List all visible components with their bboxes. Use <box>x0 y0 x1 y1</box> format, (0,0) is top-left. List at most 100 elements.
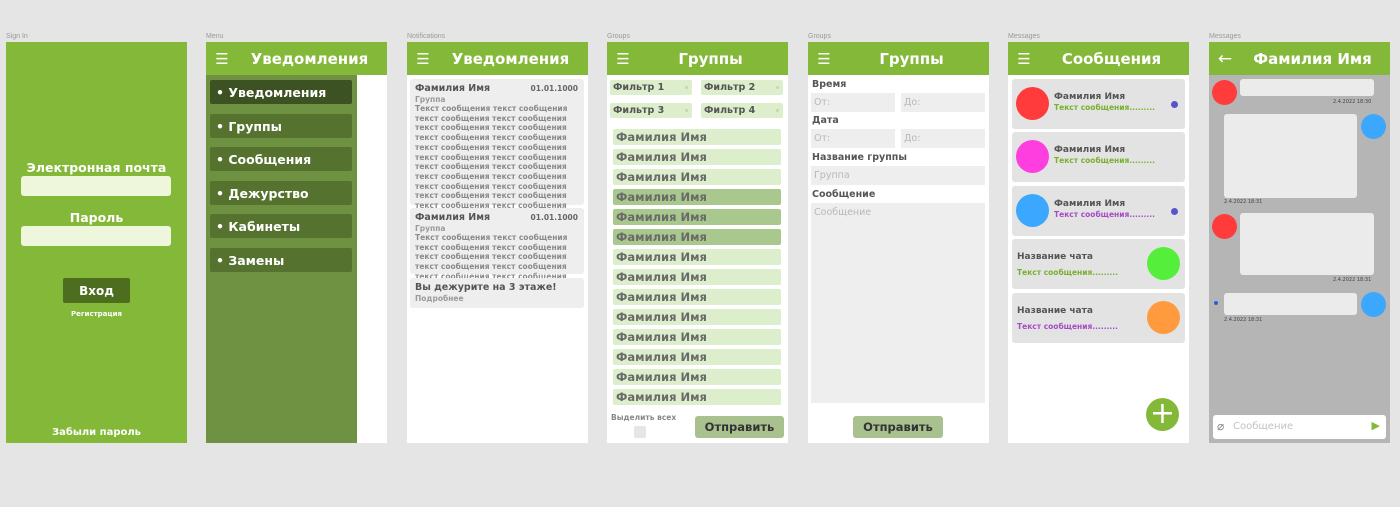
message-composer: ⌀ Сообщение ▶ <box>1213 415 1386 439</box>
select-all-label: Выделить всех <box>611 413 677 422</box>
message-area: 2.4.2022 18:30 2.4.2022 18:31 2.4.2022 1… <box>1209 75 1390 443</box>
person-row[interactable]: Фамилия Имя <box>613 169 781 185</box>
person-row[interactable]: Фамилия Имя <box>613 309 781 325</box>
more-link[interactable]: Подробнее <box>415 294 464 303</box>
chat-item[interactable]: Фамилия Имя Текст сообщения......... <box>1012 186 1185 236</box>
avatar <box>1147 247 1180 280</box>
message-input[interactable]: Сообщение <box>1233 421 1293 432</box>
chat-preview: Текст сообщения......... <box>1054 156 1155 165</box>
forgot-password-link[interactable]: Забыли пароль <box>6 427 187 438</box>
chat-item[interactable]: Фамилия Имя Текст сообщения......... <box>1012 79 1185 129</box>
chat-item[interactable]: Фамилия Имя Текст сообщения......... <box>1012 132 1185 182</box>
message-label: Сообщение <box>812 189 876 200</box>
filter-3[interactable]: Фильтр 3 <box>610 103 692 118</box>
menu-item-duty[interactable]: • Дежурство <box>210 181 352 205</box>
messages-title: Сообщения <box>1061 49 1162 68</box>
dropdown-icon <box>685 86 688 89</box>
hamburger-icon[interactable]: ☰ <box>407 50 439 68</box>
time-from-input[interactable]: От: <box>811 93 895 112</box>
message-timestamp: 2.4.2022 18:31 <box>1224 199 1263 205</box>
date-label: Дата <box>812 115 839 126</box>
email-field[interactable] <box>21 176 171 196</box>
filter-label: Фильтр 3 <box>613 105 665 116</box>
notification-body: Текст сообщения текст сообщения текст соо… <box>415 233 568 281</box>
menu-item-rooms[interactable]: • Кабинеты <box>210 214 352 238</box>
person-row[interactable]: Фамилия Имя <box>613 349 781 365</box>
person-row-selected[interactable]: Фамилия Имя <box>613 209 781 225</box>
group-chat-item[interactable]: Название чата Текст сообщения......... <box>1012 239 1185 289</box>
notification-card[interactable]: Фамилия Имя 01.01.1000 Группа Текст сооб… <box>410 79 584 210</box>
dropdown-icon <box>776 86 779 89</box>
menu-item-replacements[interactable]: • Замены <box>210 248 352 272</box>
filter-4[interactable]: Фильтр 4 <box>701 103 783 118</box>
attachment-icon[interactable]: ⌀ <box>1217 419 1224 433</box>
filter-2[interactable]: Фильтр 2 <box>701 80 783 95</box>
menu-header: ☰ Уведомления <box>206 42 387 75</box>
notification-date: 01.01.1000 <box>530 213 578 222</box>
message-timestamp: 2.4.2022 18:30 <box>1333 99 1372 105</box>
time-to-input[interactable]: До: <box>901 93 985 112</box>
groups-screen: ☰ Группы Фильтр 1 Фильтр 2 Фильтр 3 Филь… <box>607 42 788 443</box>
avatar <box>1147 301 1180 334</box>
person-row-selected[interactable]: Фамилия Имя <box>613 229 781 245</box>
group-name: Группа <box>415 95 446 104</box>
notification-card[interactable]: Фамилия Имя 01.01.1000 Группа Текст сооб… <box>410 208 584 281</box>
conversation-title: Фамилия Имя <box>1253 49 1372 68</box>
notification-body: Текст сообщения текст сообщения текст соо… <box>415 104 568 211</box>
add-chat-button[interactable]: + <box>1146 398 1179 431</box>
chat-name: Название чата <box>1017 306 1093 316</box>
date-from-input[interactable]: От: <box>811 129 895 148</box>
notification-date: 01.01.1000 <box>530 84 578 93</box>
email-label: Электронная почта <box>26 160 167 175</box>
groups-title: Группы <box>678 49 743 68</box>
person-row[interactable]: Фамилия Имя <box>613 269 781 285</box>
notifications-title: Уведомления <box>451 49 570 68</box>
filter-1[interactable]: Фильтр 1 <box>610 80 692 95</box>
date-to-input[interactable]: До: <box>901 129 985 148</box>
person-row[interactable]: Фамилия Имя <box>613 249 781 265</box>
unread-dot-icon <box>1171 208 1178 215</box>
frame-label-notifications: Notifications <box>407 33 446 40</box>
register-link[interactable]: Регистрация <box>6 310 187 318</box>
message-timestamp: 2.4.2022 18:31 <box>1224 317 1263 323</box>
send-icon[interactable]: ▶ <box>1372 419 1380 432</box>
avatar <box>1361 114 1386 139</box>
person-row[interactable]: Фамилия Имя <box>613 149 781 165</box>
messages-header: ☰ Сообщения <box>1008 42 1189 75</box>
hamburger-icon[interactable]: ☰ <box>607 50 639 68</box>
person-row[interactable]: Фамилия Имя <box>613 289 781 305</box>
menu-screen: ☰ Уведомления • Уведомления • Группы • С… <box>206 42 387 443</box>
hamburger-icon[interactable]: ☰ <box>1008 50 1040 68</box>
chat-preview: Текст сообщения......... <box>1017 268 1118 277</box>
group-name-input[interactable]: Группа <box>811 166 985 185</box>
person-row[interactable]: Фамилия Имя <box>613 369 781 385</box>
duty-notification-card[interactable]: Вы дежурите на 3 этаже! Подробнее <box>410 278 584 308</box>
unread-dot-icon <box>1171 101 1178 108</box>
person-row-selected[interactable]: Фамилия Имя <box>613 189 781 205</box>
send-button[interactable]: Отправить <box>853 416 943 438</box>
hamburger-icon[interactable]: ☰ <box>808 50 840 68</box>
avatar <box>1361 292 1386 317</box>
message-textarea[interactable]: Сообщение <box>811 203 985 403</box>
person-row[interactable]: Фамилия Имя <box>613 129 781 145</box>
password-field[interactable] <box>21 226 171 246</box>
chat-name: Фамилия Имя <box>1054 145 1126 155</box>
select-all-checkbox[interactable] <box>634 426 646 438</box>
duty-text: Вы дежурите на 3 этаже! <box>415 282 557 293</box>
send-button[interactable]: Отправить <box>695 416 784 438</box>
person-row[interactable]: Фамилия Имя <box>613 329 781 345</box>
menu-item-groups[interactable]: • Группы <box>210 114 352 138</box>
incoming-message-bubble <box>1240 213 1374 275</box>
hamburger-icon[interactable]: ☰ <box>206 50 238 68</box>
chat-preview: Текст сообщения......... <box>1017 322 1118 331</box>
frame-label-signin: Sign In <box>6 33 28 40</box>
groups-form-screen: ☰ Группы Время От: До: Дата От: До: Назв… <box>808 42 989 443</box>
menu-item-messages[interactable]: • Сообщения <box>210 147 352 171</box>
back-arrow-icon[interactable]: ← <box>1209 49 1241 69</box>
menu-item-notifications[interactable]: • Уведомления <box>210 80 352 104</box>
password-label: Пароль <box>69 210 124 225</box>
login-button[interactable]: Вход <box>63 278 130 303</box>
person-row[interactable]: Фамилия Имя <box>613 389 781 405</box>
chat-name: Фамилия Имя <box>1054 92 1126 102</box>
group-chat-item[interactable]: Название чата Текст сообщения......... <box>1012 293 1185 343</box>
